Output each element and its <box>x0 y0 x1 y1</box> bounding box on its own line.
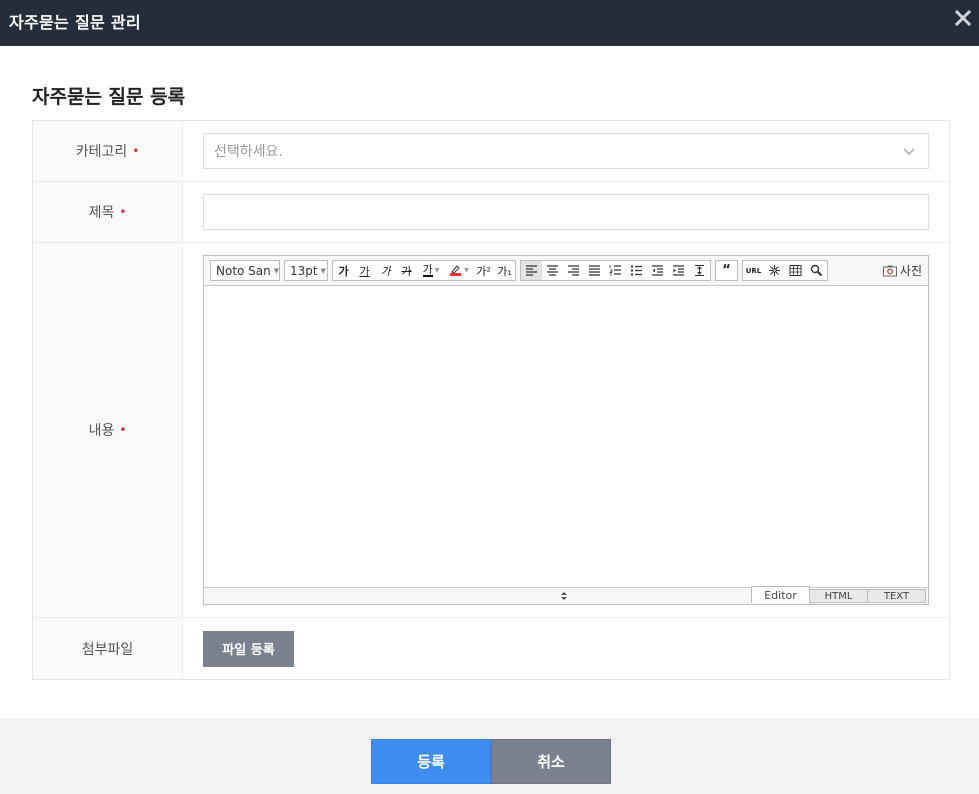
find-button[interactable] <box>806 261 827 280</box>
subject-field <box>183 182 949 242</box>
italic-button[interactable]: 가 <box>375 261 396 280</box>
align-left-icon <box>526 265 537 276</box>
caret-down-icon: ▼ <box>434 267 440 274</box>
indent-button[interactable] <box>668 261 689 280</box>
highlighter-icon <box>450 265 462 276</box>
table-icon <box>789 265 802 276</box>
line-height-button[interactable] <box>689 261 710 280</box>
required-mark: • <box>119 423 127 437</box>
mode-tab-editor[interactable]: Editor <box>751 586 810 603</box>
strikethrough-button[interactable]: 가 <box>396 261 417 280</box>
camera-icon <box>882 265 897 276</box>
required-mark: • <box>119 205 127 219</box>
content-label: 내용 • <box>33 243 183 617</box>
caret-down-icon: ▼ <box>273 266 280 275</box>
mode-tab-text[interactable]: TEXT <box>867 589 926 603</box>
section-title: 자주묻는 질문 등록 <box>32 86 186 108</box>
font-color-glyph: 가 <box>422 263 433 277</box>
category-row: 카테고리 • 선택하세요. <box>33 121 949 182</box>
editor-mode-tabs: Editor HTML TEXT <box>751 586 926 603</box>
highlight-color-button[interactable]: ▼ <box>445 261 473 280</box>
superscript-button[interactable]: 가² <box>473 261 494 280</box>
faq-form: 카테고리 • 선택하세요. 제목 • 내용 • Noto San ▼ 13pt … <box>32 120 950 680</box>
blockquote-button[interactable]: “ <box>716 261 737 280</box>
align-right-icon <box>568 265 579 276</box>
attachment-row: 첨부파일 파일 등록 <box>33 618 949 679</box>
subject-label-text: 제목 <box>88 205 115 221</box>
attachment-label-text: 첨부파일 <box>81 641 134 658</box>
unordered-list-icon <box>631 265 642 276</box>
window-title: 자주묻는 질문 관리 <box>9 13 141 32</box>
quote-group: “ <box>715 260 738 281</box>
editor-toolbar: Noto San ▼ 13pt ▼ 가 가 가 가 가 ▼ ▼ 가² 가₁ “ … <box>204 256 928 286</box>
subject-row: 제목 • <box>33 182 949 243</box>
font-size-select[interactable]: 13pt ▼ <box>284 260 328 281</box>
category-label-text: 카테고리 <box>75 144 128 160</box>
cancel-button[interactable]: 취소 <box>491 739 611 784</box>
photo-button[interactable]: 사진 <box>881 260 924 281</box>
search-icon <box>810 264 823 277</box>
photo-label: 사진 <box>899 264 922 278</box>
align-justify-icon <box>589 265 600 276</box>
paragraph-group <box>520 260 711 281</box>
category-placeholder: 선택하세요. <box>214 144 283 160</box>
text-format-group: 가 가 가 가 가 ▼ ▼ 가² 가₁ <box>332 260 516 281</box>
indent-icon <box>673 265 684 276</box>
ordered-list-icon <box>609 265 621 276</box>
ordered-list-button[interactable] <box>605 261 626 280</box>
editor-content-area[interactable] <box>204 286 928 587</box>
caret-down-icon: ▼ <box>320 266 326 275</box>
outdent-icon <box>652 265 663 276</box>
line-height-icon <box>695 265 704 276</box>
bold-button[interactable]: 가 <box>333 261 354 280</box>
font-family-select[interactable]: Noto San ▼ <box>210 260 280 281</box>
mode-tab-html[interactable]: HTML <box>809 589 868 603</box>
align-right-button[interactable] <box>563 261 584 280</box>
align-center-icon <box>547 265 558 276</box>
attachment-label: 첨부파일 <box>33 618 183 679</box>
table-button[interactable] <box>785 261 806 280</box>
special-char-icon <box>769 265 780 276</box>
align-justify-button[interactable] <box>584 261 605 280</box>
chevron-down-icon <box>903 148 915 155</box>
window-titlebar: 자주묻는 질문 관리 <box>0 0 979 46</box>
content-field: Noto San ▼ 13pt ▼ 가 가 가 가 가 ▼ ▼ 가² 가₁ “ … <box>183 243 949 617</box>
unordered-list-button[interactable] <box>626 261 647 280</box>
close-icon[interactable] <box>953 8 973 30</box>
outdent-button[interactable] <box>647 261 668 280</box>
rich-text-editor: Noto San ▼ 13pt ▼ 가 가 가 가 가 ▼ ▼ 가² 가₁ “ … <box>203 255 929 605</box>
caret-down-icon: ▼ <box>464 267 469 274</box>
align-center-button[interactable] <box>542 261 563 280</box>
form-footer: 등록 취소 <box>0 718 979 794</box>
subscript-button[interactable]: 가₁ <box>494 261 515 280</box>
special-char-button[interactable] <box>764 261 785 280</box>
link-button[interactable]: URL <box>743 261 764 280</box>
subject-label: 제목 • <box>33 182 183 242</box>
align-left-button[interactable] <box>521 261 542 280</box>
font-color-button[interactable]: 가 ▼ <box>417 261 445 280</box>
insert-group: URL <box>742 260 828 281</box>
submit-button[interactable]: 등록 <box>371 739 491 784</box>
subject-input[interactable] <box>203 194 929 230</box>
file-upload-button[interactable]: 파일 등록 <box>203 630 294 667</box>
category-label: 카테고리 • <box>33 121 183 181</box>
required-mark: • <box>132 144 140 158</box>
content-row: 내용 • Noto San ▼ 13pt ▼ 가 가 가 가 가 ▼ ▼ 가² … <box>33 243 949 618</box>
font-size-value: 13pt <box>290 263 318 278</box>
font-family-value: Noto San <box>216 263 271 278</box>
category-select[interactable]: 선택하세요. <box>203 133 929 169</box>
category-field: 선택하세요. <box>183 121 949 181</box>
resize-handle-icon[interactable] <box>560 591 568 601</box>
content-label-text: 내용 <box>88 423 115 439</box>
attachment-field: 파일 등록 <box>183 618 949 679</box>
underline-button[interactable]: 가 <box>354 261 375 280</box>
editor-statusbar: Editor HTML TEXT <box>204 586 928 604</box>
